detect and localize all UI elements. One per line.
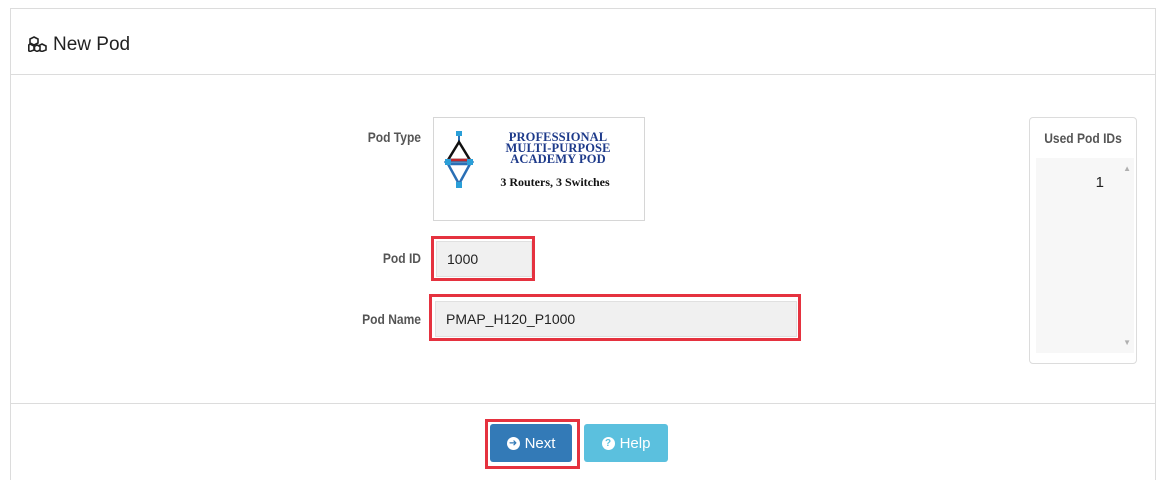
pod-id-highlight (431, 236, 535, 281)
help-button[interactable]: ? Help (584, 424, 668, 462)
pod-type-subtitle: 3 Routers, 3 Switches (500, 175, 610, 189)
cubes-icon (28, 36, 47, 52)
logo-line: ACADEMY POD (510, 152, 606, 166)
scroll-down-arrow-icon[interactable]: ▼ (1123, 338, 1131, 347)
scroll-up-arrow-icon[interactable]: ▲ (1123, 164, 1131, 173)
used-pod-ids-title: Used Pod IDs (1044, 130, 1122, 146)
pod-type-logo-text: PROFESSIONAL MULTI-PURPOSE ACADEMY POD (478, 131, 638, 166)
used-pod-ids-panel: Used Pod IDs 1 ▲ ▼ (1029, 117, 1137, 364)
help-button-label: Help (619, 434, 651, 452)
list-item[interactable]: 1 (1096, 174, 1104, 191)
pod-name-highlight (429, 294, 801, 341)
used-pod-ids-list[interactable]: 1 ▲ ▼ (1036, 158, 1134, 353)
pod-type-selector[interactable]: PROFESSIONAL MULTI-PURPOSE ACADEMY POD 3… (433, 117, 645, 221)
new-pod-panel: New Pod Pod Type PROFESSIONAL MULTI-PURP… (10, 8, 1156, 480)
pod-name-label: Pod Name (362, 311, 421, 327)
pod-id-label: Pod ID (382, 250, 421, 266)
pod-type-label: Pod Type (367, 129, 421, 145)
panel-header: New Pod (11, 9, 1155, 75)
page-title: New Pod (53, 34, 131, 55)
question-circle-icon: ? (601, 436, 615, 450)
footer-divider (11, 403, 1155, 404)
next-button-highlight (485, 419, 580, 469)
